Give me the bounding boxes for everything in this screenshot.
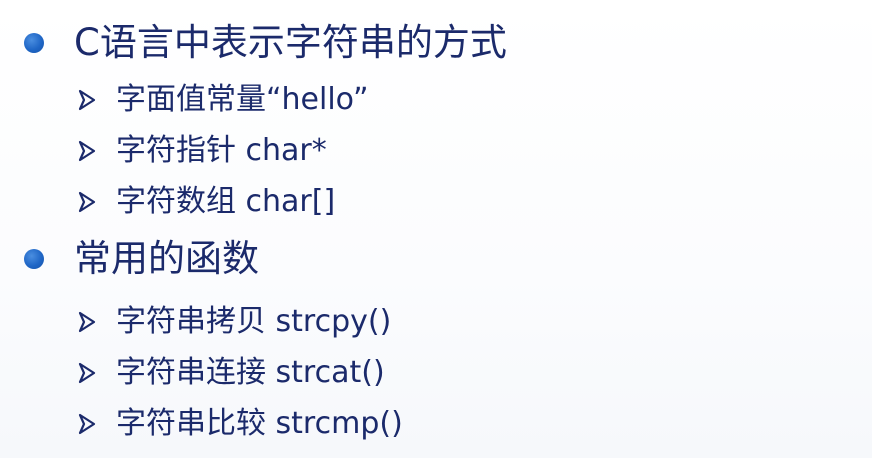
arrowhead-bullet-icon: [78, 362, 96, 384]
list-item: 字符指针 char*: [78, 130, 327, 172]
list-item-text: 字符串连接 strcat(): [116, 355, 385, 390]
list-item: 字符串连接 strcat(): [78, 352, 385, 394]
list-item: 字面值常量“hello”: [78, 79, 369, 121]
list-item: 字符数组 char[]: [78, 181, 335, 223]
bullet-dot-icon: [24, 249, 44, 269]
list-item: 字符串拷贝 strcpy(): [78, 301, 391, 343]
list-item-text: 字符数组 char[]: [116, 184, 336, 219]
arrowhead-bullet-icon: [78, 89, 96, 111]
arrowhead-bullet-icon: [78, 140, 96, 162]
list-item-text: 字面值常量“hello”: [116, 82, 369, 117]
list-item-text: 字符串拷贝 strcpy(): [116, 304, 392, 339]
list-item: 字符串比较 strcmp(): [78, 403, 403, 445]
list-item-text: 字符指针 char*: [116, 133, 327, 168]
section-title: 常用的函数: [74, 237, 259, 280]
arrowhead-bullet-icon: [78, 413, 96, 435]
slide: C语言中表示字符串的方式 字面值常量“hello” 字符指针 char* 字符数…: [0, 0, 872, 458]
arrowhead-bullet-icon: [78, 311, 96, 333]
list-item-text: 字符串比较 strcmp(): [116, 406, 403, 441]
section-heading-string-representation: C语言中表示字符串的方式: [24, 17, 507, 69]
section-title: C语言中表示字符串的方式: [74, 21, 507, 64]
arrowhead-bullet-icon: [78, 191, 96, 213]
section-heading-common-functions: 常用的函数: [24, 233, 259, 285]
bullet-dot-icon: [24, 33, 44, 53]
